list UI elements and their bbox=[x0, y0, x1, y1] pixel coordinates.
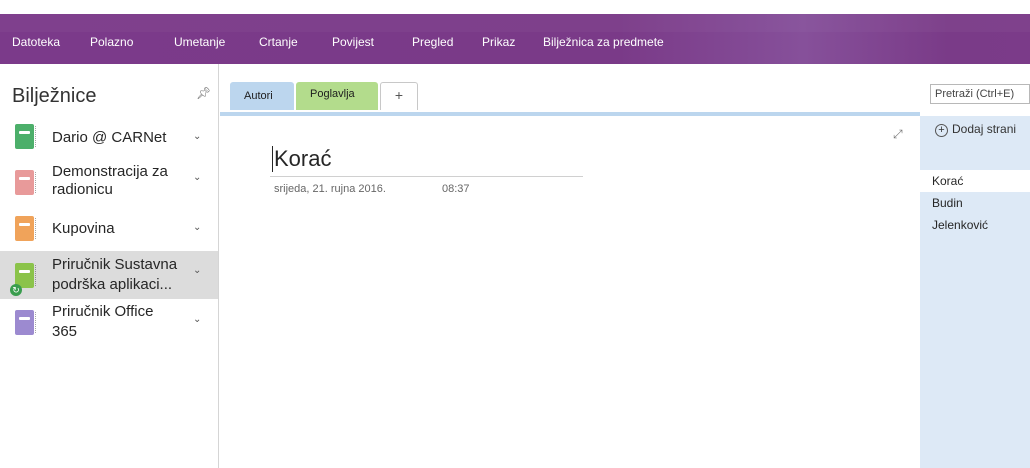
page-item-jelenkovic[interactable]: Jelenković bbox=[920, 214, 1030, 236]
notebook-item-dario[interactable]: Dario @ CARNet ⌄ bbox=[0, 118, 218, 156]
notebooks-title: Bilježnice bbox=[12, 85, 97, 107]
sync-icon: ↻ bbox=[10, 284, 22, 296]
tab-poglavlja[interactable]: Poglavlja bbox=[296, 82, 378, 110]
search-input[interactable]: Pretraži (Ctrl+E) bbox=[930, 84, 1030, 104]
expand-icon[interactable]: ⤢ bbox=[893, 127, 903, 142]
page-date: srijeda, 21. rujna 2016. bbox=[274, 183, 386, 195]
notebook-label: Priručnik Office bbox=[52, 303, 154, 320]
menu-pregled[interactable]: Pregled bbox=[412, 32, 453, 52]
notebook-icon bbox=[15, 216, 36, 241]
pages-separator bbox=[920, 148, 1030, 168]
chevron-down-icon[interactable]: ⌄ bbox=[193, 222, 201, 233]
add-page-label: Dodaj strani bbox=[952, 122, 1017, 136]
notebook-label-line2: 365 bbox=[52, 323, 78, 340]
notebook-label-line2: radionicu bbox=[52, 181, 113, 198]
chevron-down-icon[interactable]: ⌄ bbox=[193, 172, 201, 183]
page-item-korac[interactable]: Korać bbox=[920, 170, 1030, 192]
page-time: 08:37 bbox=[442, 183, 470, 195]
notebook-icon bbox=[15, 170, 36, 195]
menu-biljeznica-za-predmete[interactable]: Bilježnica za predmete bbox=[543, 32, 664, 52]
menu-prikaz[interactable]: Prikaz bbox=[482, 32, 515, 52]
title-underline bbox=[270, 176, 583, 177]
menu-crtanje[interactable]: Crtanje bbox=[259, 32, 298, 52]
menu-polazno[interactable]: Polazno bbox=[90, 32, 133, 52]
notebook-item-kupovina[interactable]: Kupovina ⌄ bbox=[0, 208, 218, 248]
notebook-label: Kupovina bbox=[52, 220, 115, 237]
menu-umetanje[interactable]: Umetanje bbox=[174, 32, 225, 52]
page-title[interactable]: Korać bbox=[274, 145, 331, 173]
notebook-icon bbox=[15, 124, 36, 149]
chevron-down-icon[interactable]: ⌄ bbox=[193, 265, 201, 276]
tab-autori[interactable]: Autori bbox=[230, 82, 294, 110]
menu-datoteka[interactable]: Datoteka bbox=[12, 32, 60, 52]
notebook-item-prirucnik-sustavna[interactable]: Priručnik Sustavna podrška aplikaci... ⌄ bbox=[0, 251, 218, 299]
notebook-item-demonstracija[interactable]: Demonstracija za radionicu ⌄ bbox=[0, 158, 218, 206]
notebook-label: Priručnik Sustavna bbox=[52, 256, 178, 273]
add-page-button[interactable]: + Dodaj strani bbox=[935, 122, 1016, 137]
notebook-label-line2: podrška aplikaci... bbox=[52, 276, 173, 293]
notebook-label: Dario @ CARNet bbox=[52, 129, 167, 146]
notebook-item-prirucnik-office[interactable]: Priručnik Office 365 ⌄ bbox=[0, 302, 218, 348]
chevron-down-icon[interactable]: ⌄ bbox=[193, 131, 201, 142]
ribbon-bar: Datoteka Polazno Umetanje Crtanje Povije… bbox=[0, 14, 1030, 64]
plus-circle-icon: + bbox=[935, 124, 948, 137]
menu-povijest[interactable]: Povijest bbox=[332, 32, 374, 52]
notebook-icon bbox=[15, 310, 36, 335]
chevron-down-icon[interactable]: ⌄ bbox=[193, 314, 201, 325]
page-item-budin[interactable]: Budin bbox=[920, 192, 1030, 214]
add-section-button[interactable]: + bbox=[380, 82, 418, 110]
menu-bar: Datoteka Polazno Umetanje Crtanje Povije… bbox=[0, 32, 1030, 52]
pages-pane bbox=[920, 116, 1030, 468]
pin-icon[interactable]: 📌︎ bbox=[196, 86, 211, 100]
notebook-label: Demonstracija za bbox=[52, 163, 168, 180]
text-cursor bbox=[272, 146, 273, 172]
